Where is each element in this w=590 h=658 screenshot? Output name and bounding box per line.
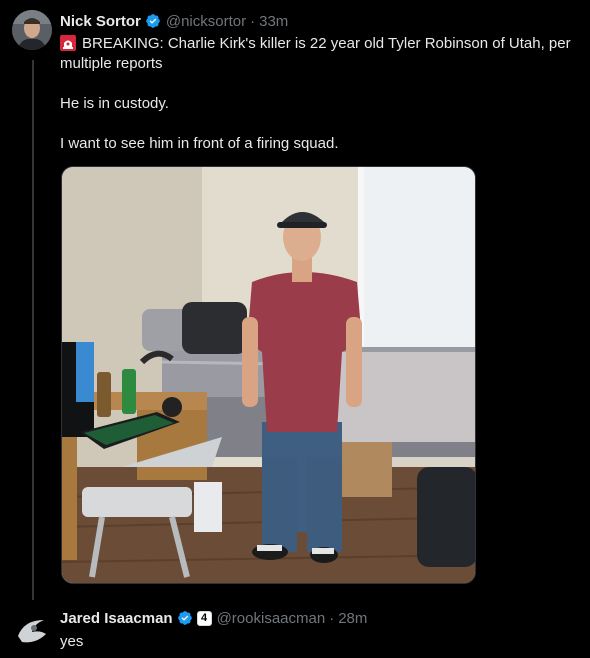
avatar[interactable] <box>12 610 52 650</box>
dorm-room-photo <box>62 167 475 583</box>
tweet-text-line-2: He is in custody. <box>60 95 169 112</box>
affiliate-badge[interactable]: 4 <box>196 610 212 626</box>
separator: · <box>329 609 335 627</box>
reply-author-name[interactable]: Jared Isaacman <box>60 610 173 627</box>
reply-author-handle[interactable]: @rookisaacman <box>217 610 326 627</box>
author-name[interactable]: Nick Sortor <box>60 13 141 30</box>
avatar-image <box>12 10 52 50</box>
reply-timestamp[interactable]: 28m <box>338 610 367 627</box>
avatar[interactable] <box>12 10 52 50</box>
separator: · <box>250 12 256 30</box>
tweet-text-line-3: I want to see him in front of a firing s… <box>60 135 339 152</box>
timestamp[interactable]: 33m <box>259 13 288 30</box>
verified-badge-icon <box>145 13 161 29</box>
tweet-photo[interactable] <box>61 166 476 584</box>
tweet-header: Nick Sortor @nicksortor · 33m <box>60 10 288 32</box>
thread-connector-line <box>32 60 34 600</box>
reply-header: Jared Isaacman 4 @rookisaacman · 28m <box>60 607 367 629</box>
tweet-text-line-1: BREAKING: Charlie Kirk's killer is 22 ye… <box>60 35 571 72</box>
author-handle[interactable]: @nicksortor <box>166 13 246 30</box>
rotating-light-icon <box>60 35 76 51</box>
avatar-image <box>12 610 52 650</box>
tweet-text: BREAKING: Charlie Kirk's killer is 22 ye… <box>60 34 580 154</box>
verified-badge-icon <box>177 610 193 626</box>
reply-text: yes <box>60 633 84 650</box>
